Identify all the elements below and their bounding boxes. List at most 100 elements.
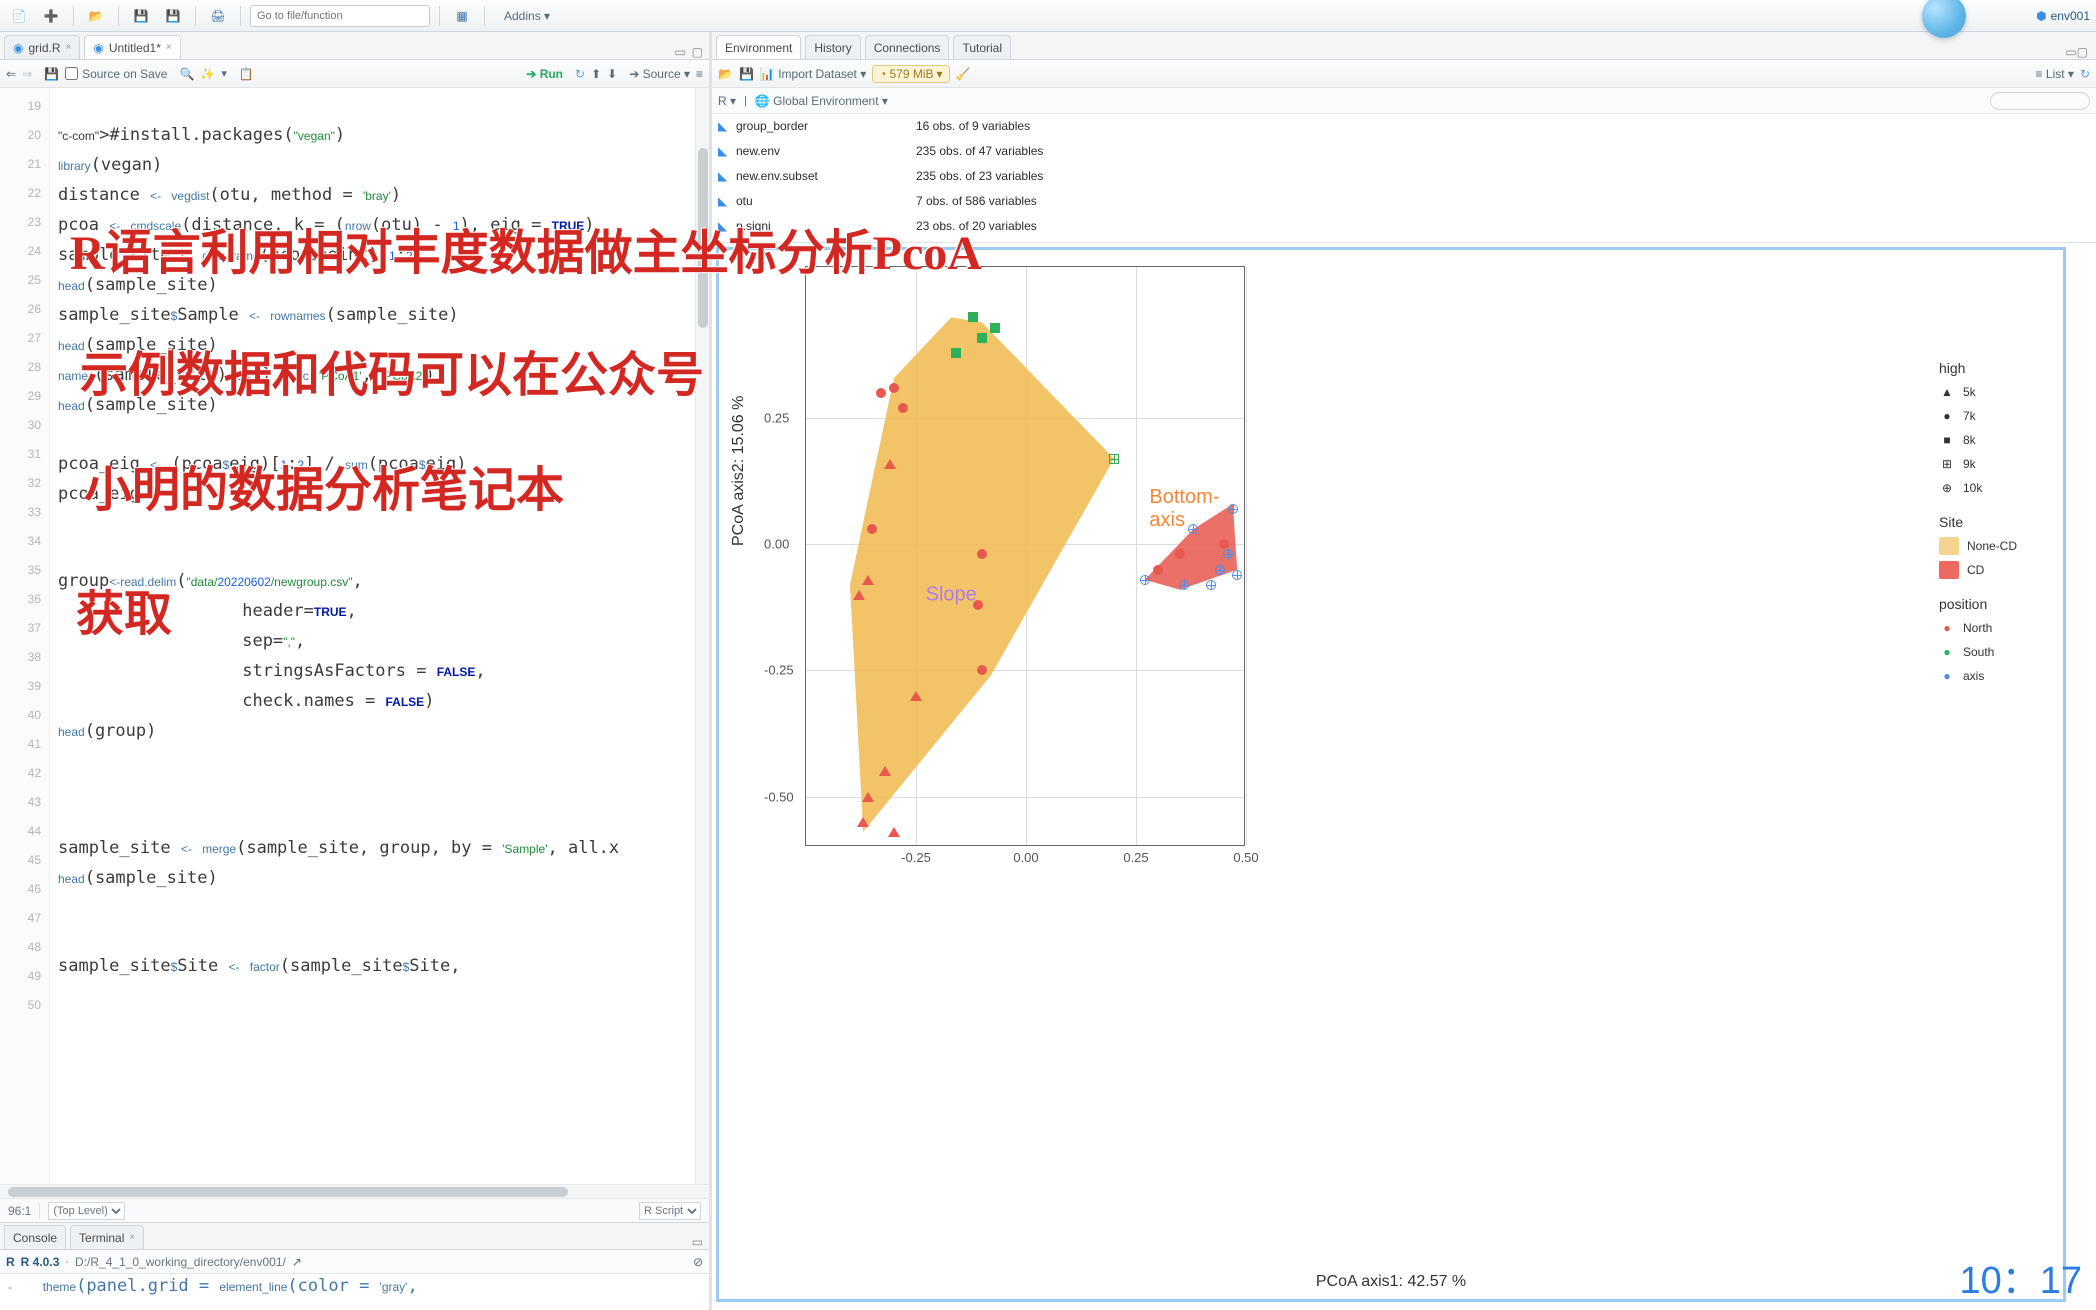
- source-button[interactable]: ➔ Source ▾: [629, 67, 690, 81]
- main-toolbar: 📄 ➕ 📂 💾 💾 🖨 ▦ Addins ▾ ⬢env001: [0, 0, 2096, 32]
- save-all-icon[interactable]: 💾: [160, 4, 186, 28]
- goto-file-input[interactable]: [250, 5, 430, 27]
- editor-status-bar: 96:1 (Top Level) R Script: [0, 1198, 709, 1222]
- env-row[interactable]: ◣p.signi23 obs. of 20 variables: [712, 214, 2096, 239]
- tab-tutorial[interactable]: Tutorial: [953, 35, 1011, 59]
- addins-menu[interactable]: Addins ▾: [494, 9, 560, 23]
- language-menu[interactable]: R ▾: [718, 94, 736, 108]
- r-version: R 4.0.3: [21, 1255, 60, 1269]
- tab-terminal[interactable]: Terminal ×: [70, 1225, 144, 1249]
- data-point: [1206, 580, 1216, 590]
- wand-icon[interactable]: ✨: [200, 67, 215, 81]
- new-file-icon[interactable]: 📄: [6, 4, 32, 28]
- env-row[interactable]: ◣group_border16 obs. of 9 variables: [712, 114, 2096, 139]
- broom-icon[interactable]: 🧹: [956, 67, 971, 81]
- data-point: [1109, 454, 1119, 464]
- minimize-pane-icon[interactable]: ▭: [692, 1235, 703, 1249]
- r-file-icon: ◉: [13, 41, 23, 55]
- import-dataset-menu[interactable]: 📊 Import Dataset ▾: [760, 67, 866, 81]
- data-point: [857, 817, 869, 827]
- find-icon[interactable]: 🔍: [179, 67, 194, 81]
- data-point: [1215, 565, 1225, 575]
- env-scope-bar: R ▾ | 🌐 Global Environment ▾: [712, 88, 2096, 114]
- data-point: [862, 575, 874, 585]
- source-editor[interactable]: 1920212223242526272829303132333435363738…: [0, 88, 709, 1184]
- data-point: [1228, 504, 1238, 514]
- outline-icon[interactable]: ≡: [696, 67, 703, 81]
- close-icon[interactable]: ×: [66, 42, 72, 53]
- maximize-pane-icon[interactable]: ▢: [2077, 45, 2088, 59]
- env-row[interactable]: ◣new.env.subset235 obs. of 23 variables: [712, 164, 2096, 189]
- expand-icon[interactable]: ◣: [718, 139, 736, 164]
- minimize-pane-icon[interactable]: ▭: [674, 45, 685, 59]
- expand-icon[interactable]: ◣: [718, 164, 736, 189]
- nav-fwd-icon[interactable]: ⇒: [22, 67, 32, 81]
- maximize-pane-icon[interactable]: ▢: [692, 45, 703, 59]
- data-point: [990, 323, 1000, 333]
- source-on-save-toggle[interactable]: Source on Save: [65, 67, 167, 81]
- go-down-icon[interactable]: ⬇: [607, 67, 617, 81]
- open-icon[interactable]: 📂: [83, 4, 109, 28]
- y-axis-label: PCoA axis2: 15.06 %: [730, 396, 748, 546]
- language-selector[interactable]: R Script: [639, 1202, 701, 1220]
- vertical-scrollbar[interactable]: [695, 88, 709, 1184]
- tab-untitled1[interactable]: ◉ Untitled1* ×: [84, 35, 180, 59]
- tab-history[interactable]: History: [805, 35, 860, 59]
- tab-console[interactable]: Console: [4, 1225, 66, 1249]
- env-row[interactable]: ◣otu7 obs. of 586 variables: [712, 189, 2096, 214]
- close-icon[interactable]: ×: [166, 42, 172, 53]
- compile-icon[interactable]: 📋: [239, 67, 254, 81]
- x-axis-label: PCoA axis1: 42.57 %: [1316, 1273, 1466, 1291]
- expand-icon[interactable]: ◣: [718, 214, 736, 239]
- console-info-bar: R R 4.0.3 · D:/R_4_1_0_working_directory…: [0, 1250, 709, 1274]
- data-point: [853, 590, 865, 600]
- data-point: [876, 388, 886, 398]
- r-file-icon: ◉: [93, 41, 103, 55]
- line-gutter: 1920212223242526272829303132333435363738…: [0, 88, 50, 1184]
- console-output[interactable]: - theme(panel.grid = element_line(color …: [0, 1274, 709, 1310]
- minimize-pane-icon[interactable]: ▭: [2065, 45, 2076, 59]
- tab-environment[interactable]: Environment: [716, 35, 801, 59]
- go-up-icon[interactable]: ⬆: [591, 67, 601, 81]
- working-dir[interactable]: D:/R_4_1_0_working_directory/env001/: [75, 1255, 286, 1269]
- plot-viewport[interactable]: PCoA axis2: 15.06 % PCoA axis1: 42.57 % …: [716, 247, 2066, 1302]
- data-point: [977, 333, 987, 343]
- browse-icon[interactable]: ↗: [292, 1255, 302, 1269]
- close-icon[interactable]: ×: [129, 1232, 135, 1243]
- plot-annotation: Slope: [926, 583, 977, 606]
- grid-icon[interactable]: ▦: [449, 4, 475, 28]
- env-object-list[interactable]: ◣group_border16 obs. of 9 variables◣new.…: [712, 114, 2096, 242]
- print-icon[interactable]: 🖨: [205, 4, 231, 28]
- save-icon[interactable]: 💾: [128, 4, 154, 28]
- view-mode-menu[interactable]: ≡ List ▾: [2036, 67, 2074, 81]
- memory-badge[interactable]: ◔ 579 MiB ▾: [872, 65, 949, 83]
- save-icon[interactable]: 💾: [44, 67, 59, 81]
- data-point: [888, 827, 900, 837]
- env-row[interactable]: ◣new.env235 obs. of 47 variables: [712, 139, 2096, 164]
- refresh-icon[interactable]: ↻: [2080, 67, 2090, 81]
- rerun-icon[interactable]: ↻: [575, 67, 585, 81]
- env-scope-menu[interactable]: 🌐 Global Environment ▾: [755, 94, 888, 108]
- expand-icon[interactable]: ◣: [718, 189, 736, 214]
- data-point: [879, 766, 891, 776]
- tab-grid-r[interactable]: ◉ grid.R ×: [4, 35, 80, 59]
- expand-icon[interactable]: ◣: [718, 114, 736, 139]
- save-env-icon[interactable]: 💾: [739, 67, 754, 81]
- env-search-input[interactable]: [1990, 92, 2090, 110]
- scope-selector[interactable]: (Top Level): [48, 1202, 125, 1220]
- run-button[interactable]: ➔ Run: [526, 67, 563, 81]
- clear-console-icon[interactable]: ⊘: [693, 1255, 703, 1269]
- new-project-icon[interactable]: ➕: [38, 4, 64, 28]
- plot-panel: -0.250.000.250.50-0.50-0.250.000.25Slope…: [805, 266, 1245, 846]
- data-point: [977, 549, 987, 559]
- tab-connections[interactable]: Connections: [865, 35, 950, 59]
- horizontal-scrollbar[interactable]: [0, 1184, 709, 1198]
- data-point: [1223, 549, 1233, 559]
- tab-label: grid.R: [28, 41, 60, 55]
- data-point: [884, 459, 896, 469]
- plot-pane: PCoA axis2: 15.06 % PCoA axis1: 42.57 % …: [712, 242, 2096, 1310]
- code-area[interactable]: "c-com">#install.packages("vegan") libra…: [50, 88, 695, 1184]
- nav-back-icon[interactable]: ⇐: [6, 67, 16, 81]
- load-icon[interactable]: 📂: [718, 67, 733, 81]
- project-menu[interactable]: ⬢env001: [2036, 9, 2090, 23]
